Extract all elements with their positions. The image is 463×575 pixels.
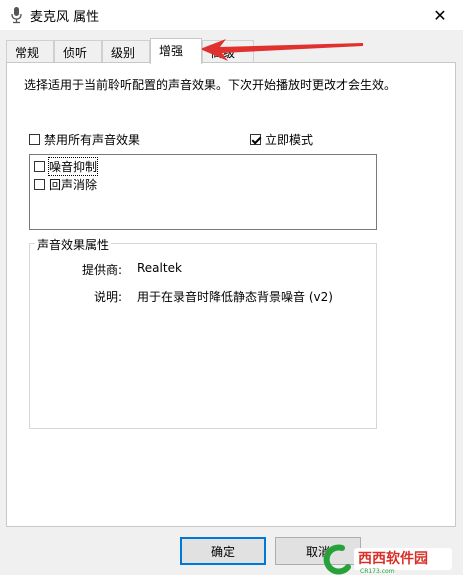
noise-suppression-label: 噪音抑制 — [47, 157, 99, 176]
tab-levels[interactable]: 级别 — [102, 40, 150, 62]
tab-enhancements[interactable]: 增强 — [150, 38, 202, 64]
immediate-mode-label: 立即模式 — [265, 133, 314, 147]
effect-description-label: 说明: — [93, 290, 122, 304]
disable-all-checkbox[interactable] — [29, 134, 40, 145]
disable-all-label: 禁用所有声音效果 — [44, 133, 141, 147]
watermark-logo: 西西软件园 CR173.com — [323, 544, 452, 575]
enhancements-description: 选择适用于当前聆听配置的声音效果。下次开始播放时更改才会生效。 — [24, 78, 397, 92]
disable-all-option[interactable]: 禁用所有声音效果 — [29, 131, 140, 148]
tab-general[interactable]: 常规 — [6, 40, 54, 62]
immediate-mode-option[interactable]: 立即模式 — [250, 131, 313, 148]
title-bar: 麦克风 属性 ✕ — [0, 0, 463, 30]
effects-list[interactable]: 噪音抑制 回声消除 — [29, 154, 377, 230]
watermark-text: 西西软件园 — [358, 550, 428, 567]
list-item[interactable]: 噪音抑制 — [34, 157, 99, 176]
watermark-subtext: CR173.com — [360, 568, 395, 575]
ok-button[interactable]: 确定 — [180, 537, 266, 565]
echo-cancellation-label: 回声消除 — [49, 178, 98, 192]
properties-group-title: 声音效果属性 — [35, 236, 112, 253]
provider-label: 提供商: — [81, 263, 122, 277]
echo-cancellation-checkbox[interactable] — [34, 179, 45, 190]
microphone-icon — [11, 7, 22, 24]
noise-suppression-checkbox[interactable] — [34, 161, 45, 172]
list-item[interactable]: 回声消除 — [34, 176, 97, 193]
close-button[interactable]: ✕ — [417, 0, 463, 30]
window-title: 麦克风 属性 — [30, 10, 100, 25]
effect-description-value: 用于在录音时降低静态背景噪音 (v2) — [137, 290, 333, 304]
tab-listen[interactable]: 侦听 — [54, 40, 102, 62]
immediate-mode-checkbox[interactable] — [250, 134, 261, 145]
close-icon: ✕ — [433, 5, 447, 25]
provider-value: Realtek — [137, 261, 182, 275]
